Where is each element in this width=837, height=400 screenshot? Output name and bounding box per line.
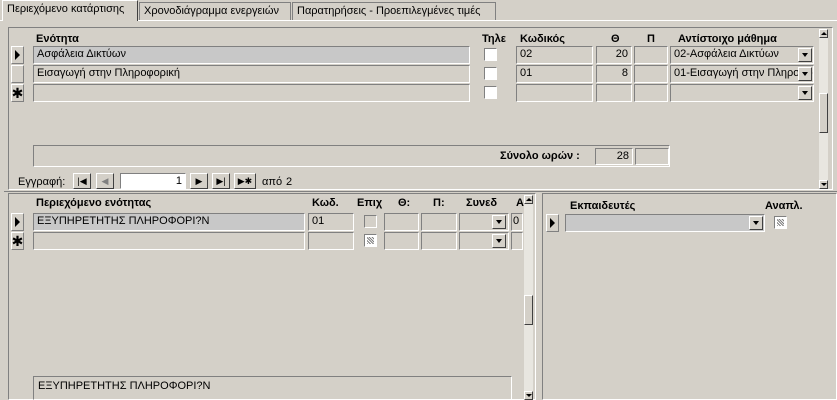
new-record-nav-icon: ▶✱ — [237, 175, 253, 186]
tab-training-content[interactable]: Περιεχόμενο κατάρτισης — [2, 0, 138, 21]
session-dropdown-button[interactable] — [492, 215, 506, 229]
header-course: Αντίστοιχο μάθημα — [678, 33, 777, 45]
code-field[interactable]: 01 — [516, 65, 593, 83]
record-label: Εγγραφή: — [18, 176, 66, 188]
header-trainers: Εκπαιδευτές — [570, 200, 636, 212]
theory-hours-field[interactable]: 8 — [596, 65, 632, 83]
row-selector-current[interactable] — [11, 46, 24, 64]
header-content-theory: Θ: — [398, 197, 411, 209]
trainer-row-selector-current[interactable] — [546, 214, 559, 232]
first-record-button[interactable]: |◀ — [73, 173, 91, 189]
header-content: Περιεχόμενο ενότητας — [36, 197, 152, 209]
content-field-new[interactable] — [33, 232, 305, 250]
content-theory-field[interactable] — [384, 213, 419, 231]
header-remote: Τηλε — [482, 33, 506, 45]
current-record-icon — [550, 218, 555, 228]
total-hours-label: Σύνολο ωρών : — [500, 150, 580, 162]
scroll-down-icon[interactable] — [819, 180, 828, 189]
scroll-thumb[interactable] — [524, 295, 533, 325]
new-record-icon[interactable]: ✱ — [11, 84, 24, 102]
content-code-field-new[interactable] — [308, 232, 354, 250]
practice-hours-field-new[interactable] — [634, 84, 668, 102]
current-record-field[interactable]: 1 — [120, 173, 186, 189]
course-dropdown-button[interactable] — [798, 67, 812, 81]
current-record-icon — [15, 50, 20, 60]
unit-field-new[interactable] — [33, 84, 470, 102]
code-field-new[interactable] — [516, 84, 593, 102]
replacement-checkbox[interactable] — [774, 216, 787, 229]
course-dropdown-button-new[interactable] — [798, 86, 812, 100]
extra-field[interactable]: 0 — [511, 213, 523, 231]
units-vertical-scrollbar[interactable] — [819, 29, 828, 189]
header-practice: Π — [647, 33, 655, 45]
header-check: Επιχ — [357, 197, 383, 209]
previous-record-button[interactable]: ◀ — [96, 173, 114, 189]
remote-checkbox[interactable] — [484, 67, 497, 80]
course-combo[interactable]: 01-Εισαγωγή στην Πληροφο — [670, 65, 814, 83]
new-record-button[interactable]: ▶✱ — [234, 173, 256, 189]
next-record-button[interactable]: ▶ — [190, 173, 208, 189]
content-check-checkbox[interactable] — [364, 215, 377, 228]
content-field[interactable]: ΕΞΥΠΗΡΕΤΗΤΗΣ ΠΛΗΡΟΦΟΡΙ?Ν — [33, 213, 305, 231]
course-combo-value: 02-Ασφάλεια Δικτύων — [674, 48, 779, 60]
scroll-up-icon[interactable] — [819, 29, 828, 38]
tab-activity-schedule[interactable]: Χρονοδιάγραμμα ενεργειών — [139, 2, 291, 20]
header-session: Συνεδ — [466, 197, 498, 209]
content-theory-field-new[interactable] — [384, 232, 419, 250]
current-record-icon — [15, 217, 20, 227]
course-combo-new[interactable] — [670, 84, 814, 102]
last-record-button[interactable]: ▶| — [212, 173, 230, 189]
scroll-thumb[interactable] — [819, 93, 828, 133]
theory-hours-field[interactable]: 20 — [596, 46, 632, 64]
content-row-selector-current[interactable] — [11, 213, 24, 231]
new-content-record-icon[interactable]: ✱ — [11, 232, 24, 250]
scroll-up-icon[interactable] — [524, 195, 533, 204]
content-check-checkbox-new[interactable] — [364, 234, 377, 247]
total-records: 2 — [286, 176, 293, 188]
last-record-icon: ▶| — [216, 175, 226, 186]
section-divider — [4, 191, 837, 192]
header-content-code: Κωδ. — [312, 197, 339, 209]
code-field[interactable]: 02 — [516, 46, 593, 64]
unit-field[interactable]: Εισαγωγή στην Πληροφορική — [33, 65, 470, 83]
row-selector[interactable] — [11, 65, 24, 83]
practice-hours-field[interactable] — [634, 65, 668, 83]
session-dropdown-button-new[interactable] — [492, 234, 506, 248]
of-label: από — [262, 176, 283, 188]
remote-checkbox[interactable] — [484, 48, 497, 61]
trainer-combo[interactable] — [565, 214, 765, 232]
content-code-field[interactable]: 01 — [308, 213, 354, 231]
first-record-icon: |◀ — [77, 175, 87, 186]
content-memo-field[interactable]: ΕΞΥΠΗΡΕΤΗΤΗΣ ΠΛΗΡΟΦΟΡΙ?Ν — [33, 376, 512, 400]
next-record-icon: ▶ — [195, 175, 203, 186]
course-combo[interactable]: 02-Ασφάλεια Δικτύων — [670, 46, 814, 64]
course-combo-value: 01-Εισαγωγή στην Πληροφο — [674, 67, 813, 79]
extra-field-new[interactable] — [511, 232, 523, 250]
course-dropdown-button[interactable] — [798, 48, 812, 62]
header-theory: Θ — [611, 33, 620, 45]
remote-checkbox-new[interactable] — [484, 86, 497, 99]
trainer-dropdown-button[interactable] — [749, 216, 763, 230]
header-replacement: Αναπλ. — [765, 200, 803, 212]
unit-field[interactable]: Ασφάλεια Δικτύων — [33, 46, 470, 64]
previous-record-icon: ◀ — [101, 175, 109, 186]
practice-hours-field[interactable] — [634, 46, 668, 64]
scroll-down-icon[interactable] — [524, 391, 533, 400]
tab-notes-defaults[interactable]: Παρατηρήσεις - Προεπιλεγμένες τιμές — [292, 2, 496, 20]
theory-hours-field-new[interactable] — [596, 84, 632, 102]
content-practice-field-new[interactable] — [421, 232, 457, 250]
total-hours-field-2 — [635, 148, 669, 165]
header-extra: Α — [516, 197, 524, 209]
total-hours-field: 28 — [595, 148, 633, 165]
header-unit: Ενότητα — [36, 33, 79, 45]
content-practice-field[interactable] — [421, 213, 457, 231]
content-vertical-scrollbar[interactable] — [524, 195, 533, 400]
header-content-practice: Π: — [433, 197, 445, 209]
header-code: Κωδικός — [520, 33, 565, 45]
